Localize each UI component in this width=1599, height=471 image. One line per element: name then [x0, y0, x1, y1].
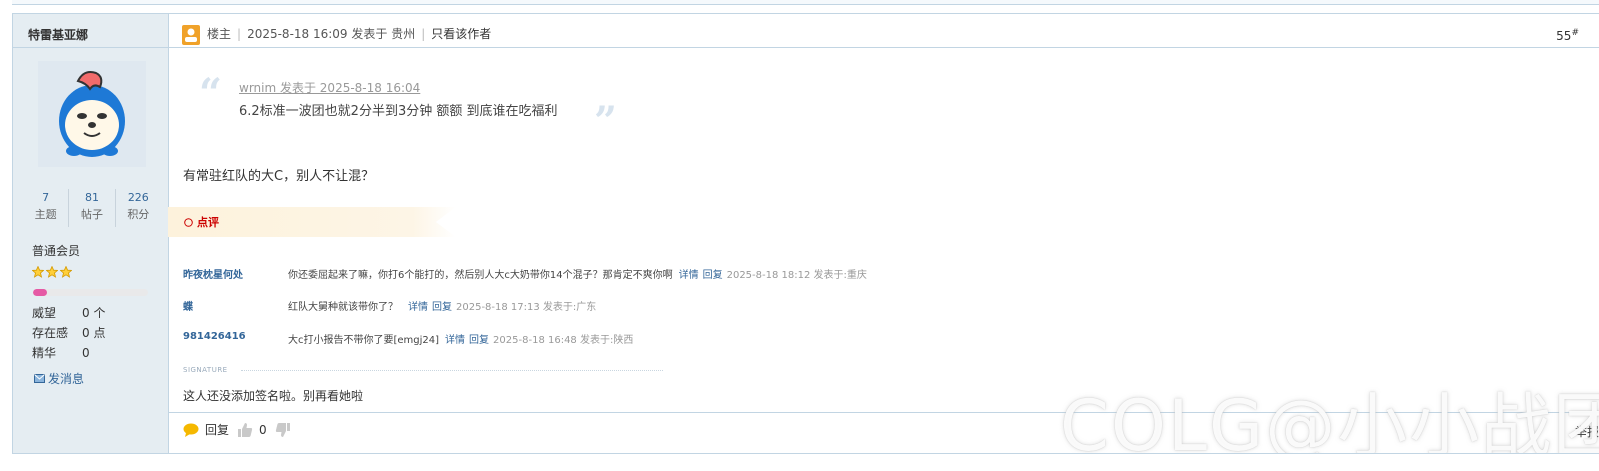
comment-text: 大c打小报告不带你了要[emgj24] [288, 335, 440, 346]
attr-value: 0 个 [82, 306, 106, 320]
stat-label: 积分 [127, 208, 150, 221]
attr-key: 存在感 [32, 326, 69, 340]
attr-value: 0 点 [82, 326, 106, 340]
comment-reply-link[interactable]: 回复 [432, 302, 452, 313]
comment-detail-link[interactable]: 详情 [679, 270, 699, 281]
author-stats: 7 主题 81 帖子 226 积分 [23, 189, 161, 227]
open-quote-icon: “ [199, 70, 223, 117]
like-count: 0 [259, 422, 267, 437]
post-meta: 楼主 | 2025-8-18 16:09 发表于 贵州 | 只看该作者 [207, 25, 491, 42]
floor-number[interactable]: 55# [1556, 28, 1579, 43]
star-icon [46, 266, 58, 278]
stat-posts[interactable]: 81 帖子 [68, 189, 114, 227]
speech-bubble-icon [183, 423, 199, 437]
next-post-edge [12, 453, 1599, 469]
stat-points[interactable]: 226 积分 [114, 189, 161, 227]
reply-button[interactable]: 回复 [183, 421, 229, 438]
op-label: 楼主 [207, 27, 232, 41]
comment-text: 你还委屈起来了嘛，你打6个能打的，然后别人大c大奶带你14个混子？那肯定不爽你啊 [288, 270, 673, 281]
comment-detail-link[interactable]: 详情 [408, 302, 428, 313]
envelope-icon [34, 374, 45, 383]
comment-reply-link[interactable]: 回复 [703, 270, 723, 281]
signature-label: SIGNATURE [183, 366, 228, 374]
author-name[interactable]: 特雷基亚娜 [28, 26, 88, 43]
circle-icon [184, 217, 193, 227]
reply-label: 回复 [205, 423, 230, 437]
attr-key: 威望 [32, 306, 57, 320]
signature-text: 这人还没添加签名啦。别再看她啦 [183, 389, 364, 403]
level-progress-fill [33, 289, 47, 296]
thumbs-down-icon [275, 422, 290, 437]
comment-time: 2025-8-18 18:12 发表于:重庆 [726, 270, 867, 281]
post-time: 2025-8-18 16:09 发表于 贵州 [247, 27, 416, 41]
attr-presence: 存在感 0 点 [32, 324, 105, 341]
floor-mark: # [1571, 28, 1579, 38]
comment-author[interactable]: 981426416 [183, 331, 283, 342]
separator: | [237, 26, 242, 41]
stat-value: 7 [42, 191, 50, 204]
comment-section-title: 点评 [184, 214, 219, 230]
attr-digest: 精华 0 [32, 344, 90, 361]
like-button[interactable]: 0 [237, 422, 267, 438]
attr-key: 精华 [32, 346, 57, 360]
stat-value: 81 [84, 191, 99, 204]
stat-value: 226 [127, 191, 149, 204]
comment-time: 2025-8-18 16:48 发表于:陕西 [493, 335, 634, 346]
comment-author[interactable]: 蝶 [183, 298, 283, 313]
comment-text: 红队大舅种就该带你了？ [288, 302, 398, 313]
post-content: 有常驻红队的大C，别人不让混？ [183, 169, 375, 184]
comment-time: 2025-8-18 17:13 发表于:广东 [456, 302, 597, 313]
quote-header[interactable]: wrnim 发表于 2025-8-18 16:04 [239, 79, 420, 96]
attr-prestige: 威望 0 个 [32, 304, 105, 321]
send-message-link[interactable]: 发消息 [34, 370, 84, 387]
author-sidebar: 特雷基亚娜 7 主题 81 帖子 226 积分 普通会员 威望 0 个 存在感 … [13, 14, 169, 454]
signature-divider [241, 370, 663, 371]
divider [13, 47, 169, 48]
user-group[interactable]: 普通会员 [32, 242, 80, 259]
author-only-link[interactable]: 只看该作者 [431, 25, 491, 42]
quote-block: “ wrnim 发表于 2025-8-18 16:04 6.2标准一波团也就2分… [199, 70, 629, 142]
previous-post-edge [12, 0, 1599, 5]
rank-stars [32, 266, 72, 278]
star-icon [60, 266, 72, 278]
thumbs-up-icon [238, 422, 253, 437]
comment-author[interactable]: 昨夜枕星何处 [183, 266, 283, 281]
quote-body: 6.2标准一波团也就2分半到3分钟 额额 到底谁在吃福利 [239, 104, 558, 119]
post-meta-bar: 楼主 | 2025-8-18 16:09 发表于 贵州 | 只看该作者 55# [169, 14, 1599, 48]
separator: | [421, 26, 426, 41]
avatar[interactable] [38, 61, 146, 167]
comment-reply-link[interactable]: 回复 [469, 335, 489, 346]
avatar-image [38, 61, 146, 167]
post-actions: 回复 0 [183, 421, 291, 438]
comment-title-label: 点评 [197, 216, 219, 229]
stat-topics[interactable]: 7 主题 [23, 189, 68, 227]
send-message-label: 发消息 [48, 372, 85, 386]
comment-detail-link[interactable]: 详情 [445, 335, 465, 346]
close-quote-icon: ” [594, 98, 618, 145]
stat-label: 主题 [34, 208, 57, 221]
stat-label: 帖子 [80, 208, 103, 221]
level-progress-bar [33, 289, 148, 296]
floor-value: 55 [1556, 29, 1572, 43]
star-icon [32, 266, 44, 278]
attr-value: 0 [82, 346, 90, 360]
dislike-button[interactable] [275, 422, 291, 438]
original-poster-icon [182, 25, 200, 45]
